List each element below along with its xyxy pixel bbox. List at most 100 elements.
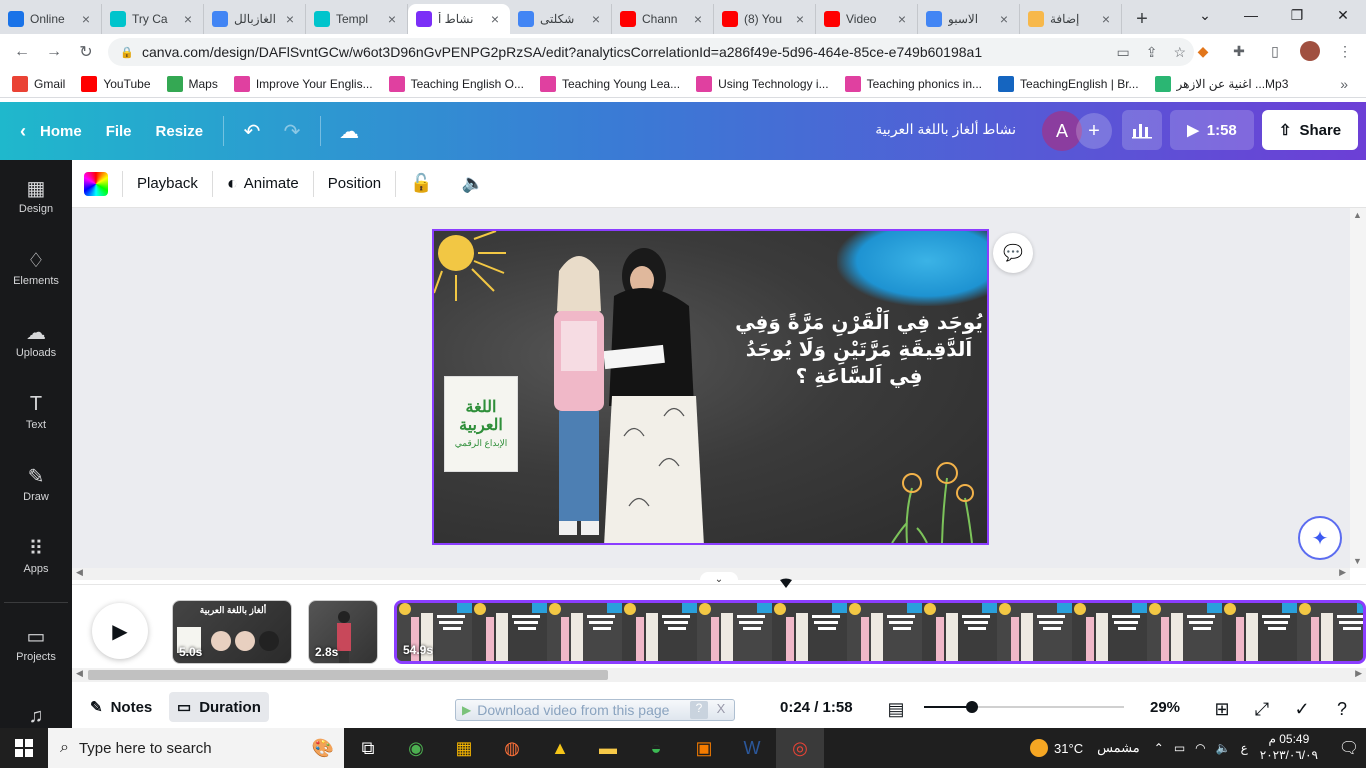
download-close-icon[interactable]: X (712, 701, 730, 719)
clock[interactable]: 05:49 م ٢٠٢٣/٠٦/٠٩ (1260, 732, 1318, 763)
weather-widget[interactable]: 31°C مشمس (1030, 739, 1140, 757)
globe-app-icon[interactable]: ◒ (632, 728, 680, 768)
duration-button[interactable]: ▭ Duration (169, 692, 269, 722)
scroll-thumb[interactable] (88, 670, 608, 680)
menu-icon[interactable]: ⋮ (1334, 40, 1356, 62)
firefox-icon[interactable]: ◍ (488, 728, 536, 768)
windows-start-icon[interactable] (0, 728, 48, 768)
sidebar-item-text[interactable]: T Text (0, 382, 72, 442)
position-button[interactable]: Position (328, 175, 381, 192)
word-icon[interactable]: W (728, 728, 776, 768)
sidebar-item-draw[interactable]: ✎ Draw (0, 454, 72, 514)
tab-close-icon[interactable]: × (589, 11, 603, 27)
battery-icon[interactable]: ▭ (1174, 741, 1185, 755)
bookmark-item[interactable]: Teaching phonics in... (844, 75, 982, 92)
bookmark-item[interactable]: Gmail (12, 75, 65, 92)
sidebar-item-projects[interactable]: ▭ Projects (0, 614, 72, 674)
playhead-marker[interactable] (780, 578, 792, 588)
timeline-play-button[interactable]: ▶ (92, 603, 148, 659)
bookmark-item[interactable]: TeachingEnglish | Br... (998, 75, 1139, 92)
color-picker-swatch[interactable] (84, 171, 108, 196)
bookmark-item[interactable]: اغنية عن الازهر ...Mp3 (1154, 75, 1288, 92)
help-icon[interactable]: ? (1330, 697, 1354, 721)
sidebar-item-uploads[interactable]: ☁ Uploads (0, 310, 72, 370)
undo-icon[interactable]: ↶ (232, 111, 272, 151)
notification-icon[interactable]: 🗨 (1332, 738, 1366, 758)
zoom-slider-thumb[interactable] (966, 701, 978, 713)
magic-assistant-icon[interactable]: ✦ (1298, 516, 1342, 560)
vlc-like-icon[interactable]: ▲ (536, 728, 584, 768)
volume-icon[interactable]: 🔈 (462, 173, 484, 194)
browser-tab[interactable]: Online × (0, 4, 102, 34)
timeline-clip[interactable]: ألغاز باللغة العربية 5.0s (172, 600, 292, 664)
add-collaborator-icon[interactable]: + (1076, 113, 1112, 149)
sidebar-item-elements[interactable]: ♢ Elements (0, 238, 72, 298)
page-icon[interactable]: ▭ (1116, 44, 1129, 61)
metamask-icon[interactable]: ◆ (1192, 40, 1214, 62)
tab-close-icon[interactable]: × (1099, 11, 1113, 27)
reload-icon[interactable]: ↻ (70, 36, 102, 68)
tab-close-icon[interactable]: × (79, 11, 93, 27)
tab-close-icon[interactable]: × (385, 11, 399, 27)
bookmark-item[interactable]: YouTube (81, 75, 151, 92)
share-page-icon[interactable]: ⇪ (1146, 44, 1158, 61)
browser-tab[interactable]: Templ × (306, 4, 408, 34)
new-tab-button[interactable]: + (1122, 4, 1162, 34)
more-bookmarks-icon[interactable]: » (1340, 76, 1348, 92)
bookmark-item[interactable]: Maps (166, 75, 218, 92)
browser-tab[interactable]: إضافة × (1020, 4, 1122, 34)
add-comment-icon[interactable]: 💬 (993, 233, 1033, 273)
tab-search-icon[interactable]: ⌄ (1182, 0, 1228, 30)
insights-icon[interactable] (1122, 110, 1162, 150)
file-explorer-icon[interactable]: ▬ (584, 728, 632, 768)
bookmark-item[interactable]: Using Technology i... (696, 75, 829, 92)
riddle-text[interactable]: يُوجَد فِي اَلْقَرْنِ مَرَّةً وَفِي اَلد… (734, 309, 984, 390)
tab-close-icon[interactable]: × (997, 11, 1011, 27)
browser-tab[interactable]: شكلتى × (510, 4, 612, 34)
present-play-button[interactable]: ▶ 1:58 (1170, 110, 1254, 150)
profile-avatar[interactable] (1300, 41, 1320, 61)
page-view-icon[interactable]: ▤ (884, 697, 908, 721)
pdf-app-icon[interactable]: ▣ (680, 728, 728, 768)
close-window-icon[interactable]: ✕ (1320, 0, 1366, 30)
redo-icon[interactable]: ↷ (272, 111, 312, 151)
tab-close-icon[interactable]: × (895, 11, 909, 27)
minimize-icon[interactable]: — (1228, 0, 1274, 30)
browser-tab[interactable]: نشاط أ × (408, 4, 510, 34)
sidebar-item-design[interactable]: ▦ Design (0, 166, 72, 226)
chevron-up-icon[interactable]: ⌃ (1154, 741, 1164, 755)
cloud-saved-icon[interactable]: ☁ (329, 111, 369, 151)
sidebar-item-apps[interactable]: ⠿ Apps (0, 526, 72, 586)
tab-close-icon[interactable]: × (283, 11, 297, 27)
chrome-alt-icon[interactable]: ◉ (392, 728, 440, 768)
fullscreen-icon[interactable]: ⤢ (1250, 697, 1274, 721)
design-title[interactable]: نشاط ألغاز باللغة العربية (875, 121, 1016, 138)
file-button[interactable]: File (94, 111, 144, 151)
scroll-right-icon[interactable]: ▶ (1339, 567, 1346, 578)
lock-toggle-icon[interactable]: 🔓 (410, 173, 432, 194)
scroll-right-icon[interactable]: ▶ (1355, 668, 1362, 679)
wifi-icon[interactable]: ◠ (1195, 741, 1205, 755)
home-button[interactable]: ‹ Home (8, 111, 94, 151)
tab-close-icon[interactable]: × (181, 11, 195, 27)
browser-tab[interactable]: الاسبو × (918, 4, 1020, 34)
taskbar-search-input[interactable]: ⌕ Type here to search 🎨 (48, 728, 344, 768)
browser-tab[interactable]: Try Ca × (102, 4, 204, 34)
forward-icon[interactable]: → (38, 36, 70, 68)
playback-button[interactable]: Playback (137, 175, 198, 192)
browser-tab[interactable]: Video × (816, 4, 918, 34)
back-icon[interactable]: ← (6, 36, 38, 68)
language-indicator[interactable]: ع (1241, 741, 1248, 755)
check-icon[interactable]: ✓ (1290, 697, 1314, 721)
animate-button[interactable]: ◐ Animate (227, 173, 299, 194)
tab-close-icon[interactable]: × (488, 11, 502, 27)
scroll-left-icon[interactable]: ◀ (76, 567, 83, 578)
grid-view-icon[interactable]: ⊞ (1210, 697, 1234, 721)
task-view-icon[interactable]: ⧉ (344, 728, 392, 768)
sidepanel-icon[interactable]: ▯ (1264, 40, 1286, 62)
tab-close-icon[interactable]: × (793, 11, 807, 27)
bookmark-item[interactable]: Improve Your Englis... (233, 75, 373, 92)
download-video-bar[interactable]: ▶ Download video from this page ? X (455, 699, 735, 721)
browser-tab[interactable]: (8) You × (714, 4, 816, 34)
timeline-horizontal-scrollbar[interactable]: ◀ ▶ (72, 668, 1366, 682)
